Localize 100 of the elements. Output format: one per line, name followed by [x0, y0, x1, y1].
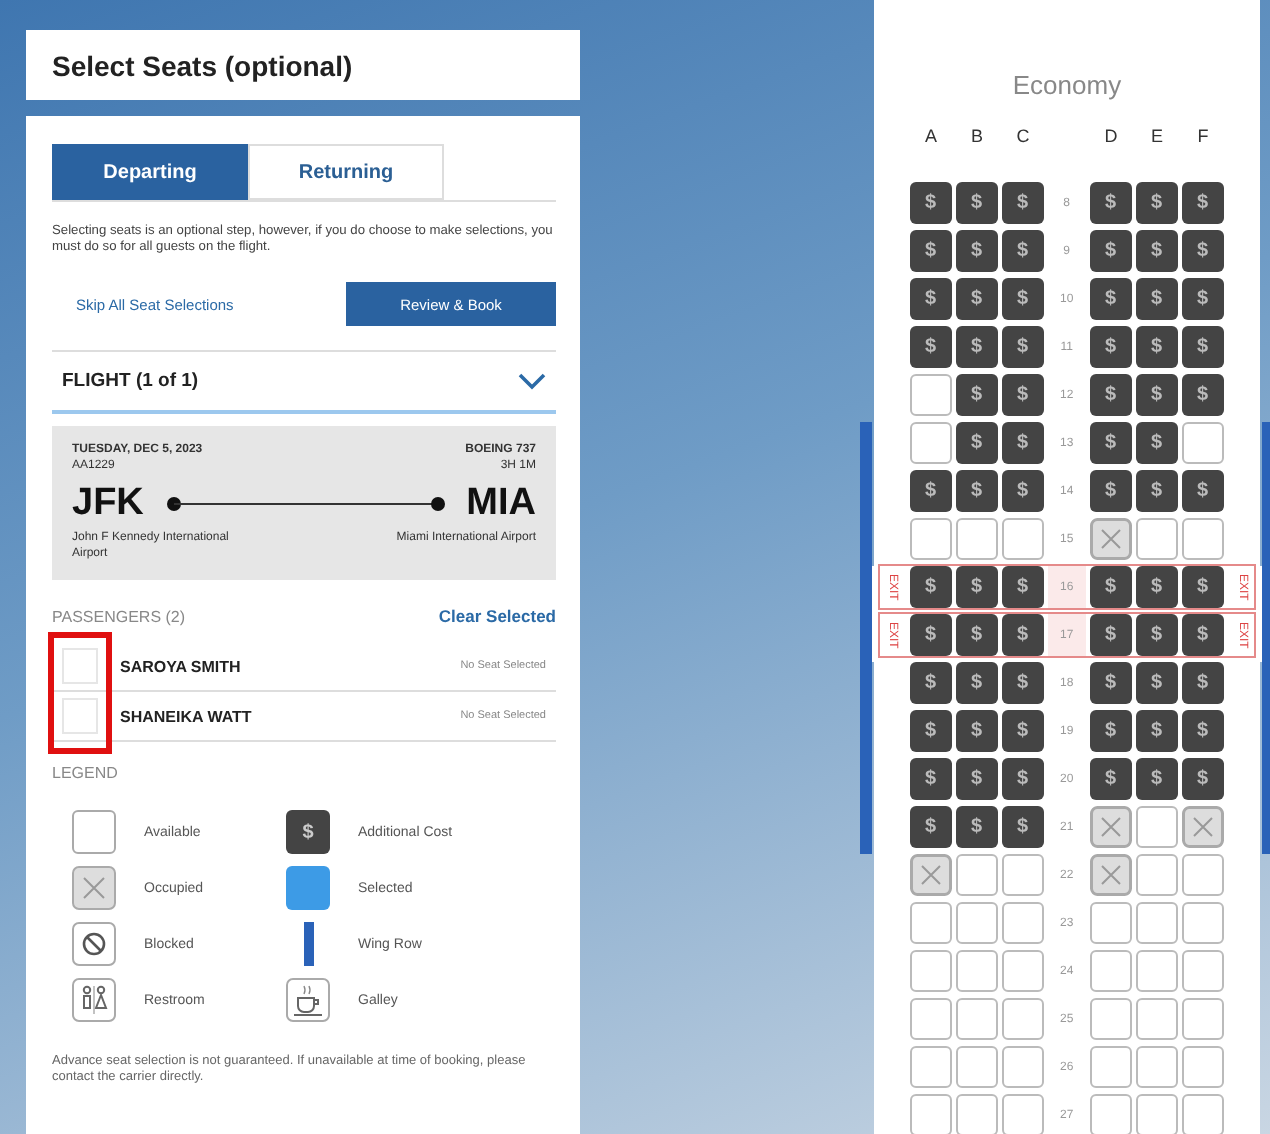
- paid-seat[interactable]: $: [1001, 422, 1044, 464]
- paid-seat[interactable]: $: [1001, 806, 1044, 848]
- paid-seat[interactable]: $: [1135, 566, 1178, 608]
- paid-seat[interactable]: $: [1181, 710, 1224, 752]
- available-seat[interactable]: [1001, 854, 1044, 896]
- paid-seat[interactable]: $: [1181, 614, 1224, 656]
- paid-seat[interactable]: $: [1135, 758, 1178, 800]
- paid-seat[interactable]: $: [1181, 758, 1224, 800]
- paid-seat[interactable]: $: [1135, 230, 1178, 272]
- paid-seat[interactable]: $: [909, 230, 952, 272]
- available-seat[interactable]: [909, 518, 952, 560]
- paid-seat[interactable]: $: [1001, 710, 1044, 752]
- paid-seat[interactable]: $: [1089, 662, 1132, 704]
- available-seat[interactable]: [1089, 1046, 1132, 1088]
- paid-seat[interactable]: $: [955, 614, 998, 656]
- available-seat[interactable]: [1001, 950, 1044, 992]
- available-seat[interactable]: [955, 854, 998, 896]
- paid-seat[interactable]: $: [1135, 182, 1178, 224]
- available-seat[interactable]: [955, 998, 998, 1040]
- available-seat[interactable]: [909, 374, 952, 416]
- paid-seat[interactable]: $: [1089, 614, 1132, 656]
- available-seat[interactable]: [1181, 998, 1224, 1040]
- paid-seat[interactable]: $: [1135, 614, 1178, 656]
- paid-seat[interactable]: $: [1089, 230, 1132, 272]
- paid-seat[interactable]: $: [955, 422, 998, 464]
- paid-seat[interactable]: $: [909, 806, 952, 848]
- chevron-down-icon[interactable]: [518, 372, 546, 390]
- paid-seat[interactable]: $: [909, 182, 952, 224]
- available-seat[interactable]: [909, 422, 952, 464]
- paid-seat[interactable]: $: [909, 470, 952, 512]
- paid-seat[interactable]: $: [955, 710, 998, 752]
- paid-seat[interactable]: $: [1135, 710, 1178, 752]
- paid-seat[interactable]: $: [955, 806, 998, 848]
- paid-seat[interactable]: $: [909, 614, 952, 656]
- flight-tab[interactable]: Departing: [52, 144, 248, 200]
- available-seat[interactable]: [1135, 998, 1178, 1040]
- available-seat[interactable]: [955, 518, 998, 560]
- paid-seat[interactable]: $: [1181, 230, 1224, 272]
- available-seat[interactable]: [1181, 1046, 1224, 1088]
- available-seat[interactable]: [1135, 806, 1178, 848]
- paid-seat[interactable]: $: [909, 758, 952, 800]
- paid-seat[interactable]: $: [955, 182, 998, 224]
- available-seat[interactable]: [909, 1046, 952, 1088]
- paid-seat[interactable]: $: [1001, 326, 1044, 368]
- paid-seat[interactable]: $: [1135, 470, 1178, 512]
- paid-seat[interactable]: $: [1135, 422, 1178, 464]
- paid-seat[interactable]: $: [1089, 326, 1132, 368]
- paid-seat[interactable]: $: [955, 374, 998, 416]
- available-seat[interactable]: [955, 902, 998, 944]
- available-seat[interactable]: [1181, 950, 1224, 992]
- available-seat[interactable]: [1135, 854, 1178, 896]
- clear-selected-link[interactable]: Clear Selected: [438, 606, 556, 626]
- paid-seat[interactable]: $: [1181, 470, 1224, 512]
- paid-seat[interactable]: $: [1001, 758, 1044, 800]
- paid-seat[interactable]: $: [955, 470, 998, 512]
- paid-seat[interactable]: $: [1001, 230, 1044, 272]
- available-seat[interactable]: [1089, 902, 1132, 944]
- available-seat[interactable]: [1181, 854, 1224, 896]
- paid-seat[interactable]: $: [909, 326, 952, 368]
- paid-seat[interactable]: $: [1135, 326, 1178, 368]
- available-seat[interactable]: [1089, 950, 1132, 992]
- paid-seat[interactable]: $: [1001, 182, 1044, 224]
- paid-seat[interactable]: $: [1001, 566, 1044, 608]
- paid-seat[interactable]: $: [1089, 374, 1132, 416]
- available-seat[interactable]: [955, 1094, 998, 1134]
- paid-seat[interactable]: $: [1089, 182, 1132, 224]
- available-seat[interactable]: [955, 950, 998, 992]
- paid-seat[interactable]: $: [1001, 614, 1044, 656]
- paid-seat[interactable]: $: [1135, 278, 1178, 320]
- available-seat[interactable]: [909, 998, 952, 1040]
- available-seat[interactable]: [1181, 422, 1224, 464]
- paid-seat[interactable]: $: [1135, 374, 1178, 416]
- available-seat[interactable]: [1181, 1094, 1224, 1134]
- paid-seat[interactable]: $: [1089, 278, 1132, 320]
- available-seat[interactable]: [1135, 1094, 1178, 1134]
- paid-seat[interactable]: $: [909, 566, 952, 608]
- paid-seat[interactable]: $: [955, 566, 998, 608]
- available-seat[interactable]: [1181, 902, 1224, 944]
- available-seat[interactable]: [1135, 950, 1178, 992]
- available-seat[interactable]: [1135, 518, 1178, 560]
- paid-seat[interactable]: $: [1001, 662, 1044, 704]
- paid-seat[interactable]: $: [1001, 374, 1044, 416]
- paid-seat[interactable]: $: [1181, 566, 1224, 608]
- paid-seat[interactable]: $: [1181, 374, 1224, 416]
- paid-seat[interactable]: $: [1001, 470, 1044, 512]
- paid-seat[interactable]: $: [909, 662, 952, 704]
- flight-tab[interactable]: Returning: [248, 144, 444, 200]
- paid-seat[interactable]: $: [1089, 758, 1132, 800]
- available-seat[interactable]: [1001, 1046, 1044, 1088]
- paid-seat[interactable]: $: [955, 758, 998, 800]
- available-seat[interactable]: [909, 1094, 952, 1134]
- paid-seat[interactable]: $: [1089, 566, 1132, 608]
- paid-seat[interactable]: $: [1089, 422, 1132, 464]
- paid-seat[interactable]: $: [1089, 710, 1132, 752]
- available-seat[interactable]: [909, 902, 952, 944]
- available-seat[interactable]: [1001, 998, 1044, 1040]
- available-seat[interactable]: [1089, 998, 1132, 1040]
- paid-seat[interactable]: $: [1001, 278, 1044, 320]
- paid-seat[interactable]: $: [1181, 182, 1224, 224]
- available-seat[interactable]: [1001, 1094, 1044, 1134]
